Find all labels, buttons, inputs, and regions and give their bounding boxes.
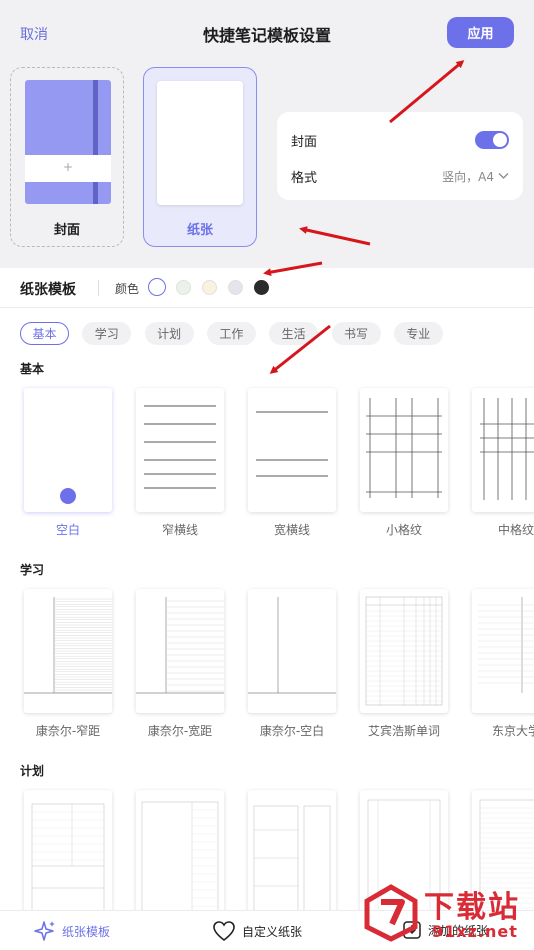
template-preview-graphic [256, 411, 328, 477]
template-preview-graphic [60, 488, 76, 504]
chevron-down-icon [498, 173, 509, 179]
color-label: 颜色 [115, 282, 140, 296]
template-label: 东京大学 [491, 724, 534, 738]
category-tab[interactable]: 专业 [393, 322, 443, 345]
template-thumbnail[interactable] [24, 388, 112, 512]
category-tab[interactable]: 工作 [206, 322, 256, 345]
template-sheet: 纸张模板 颜色 基本 学习 计划 工作 生活 书写 专业 基本 学习 计划 空白 窄横线 宽横线… [0, 268, 534, 950]
color-swatch[interactable] [228, 280, 243, 295]
paper-preview-card[interactable]: 纸张 [143, 67, 257, 247]
paper-sheet-image [157, 81, 243, 205]
color-swatch[interactable] [254, 280, 269, 295]
cover-preview-card[interactable]: + 封面 [10, 67, 124, 247]
template-thumbnail[interactable] [248, 388, 336, 512]
template-thumbnail[interactable] [136, 388, 224, 512]
tab-paper-templates-label: 纸张模板 [62, 924, 111, 939]
template-thumbnail[interactable] [24, 589, 112, 713]
settings-panel: 封面 格式 竖向，A4 [277, 112, 523, 200]
template-preview-graphic [366, 398, 442, 498]
category-tab[interactable]: 书写 [331, 322, 381, 345]
color-swatch[interactable] [148, 278, 166, 296]
template-label: 窄横线 [161, 523, 198, 537]
template-label: 中格纹 [497, 523, 534, 537]
template-thumbnail[interactable] [248, 589, 336, 713]
watermark-main-text: 下载站 [424, 890, 520, 925]
template-thumbnail[interactable] [360, 589, 448, 713]
toolbar-divider [98, 280, 99, 296]
site-logo-icon [364, 884, 418, 942]
format-setting-label: 格式 [291, 170, 318, 186]
watermark-sub-text: 91xz.net [432, 922, 518, 941]
watermark: 下载站 91xz.net [362, 878, 534, 950]
category-tabs: 基本 学习 计划 工作 生活 书写 专业 [0, 322, 534, 346]
template-preview-graphic [144, 405, 216, 489]
section-title-study: 学习 [20, 563, 45, 577]
template-label: 空白 [55, 523, 80, 537]
template-label: 康奈尔-空白 [259, 724, 325, 738]
heart-icon [213, 921, 235, 942]
cover-toggle[interactable] [475, 131, 509, 149]
template-thumbnail[interactable] [136, 790, 224, 914]
cover-setting-row: 封面 [291, 128, 509, 152]
header: 取消 快捷笔记模板设置 应用 [0, 0, 534, 66]
paper-card-label: 纸张 [186, 223, 213, 238]
template-thumbnail[interactable] [472, 589, 534, 713]
tab-custom-paper-label: 自定义纸张 [242, 924, 303, 939]
tab-custom-paper[interactable]: 自定义纸张 [212, 920, 302, 942]
template-preview-graphic [31, 803, 105, 913]
template-label: 小格纹 [385, 523, 422, 537]
tab-paper-templates[interactable]: 纸张模板 [34, 920, 110, 942]
section-title-basic: 基本 [20, 362, 45, 376]
template-preview-graphic [480, 398, 534, 500]
template-preview-graphic [24, 597, 112, 694]
top-panel: 取消 快捷笔记模板设置 应用 + 封面 纸张 封面 格式 竖向，A4 [0, 0, 534, 268]
template-thumbnail[interactable] [248, 790, 336, 914]
template-label: 艾宾浩斯单词 [367, 724, 440, 738]
book-spine [93, 80, 98, 204]
cover-book-image: + [25, 80, 111, 204]
template-preview-graphic [253, 805, 331, 914]
template-toolbar: 纸张模板 颜色 [0, 268, 534, 308]
template-thumbnail[interactable] [136, 589, 224, 713]
cover-card-label: 封面 [53, 223, 80, 238]
color-swatch[interactable] [202, 280, 217, 295]
category-tab[interactable]: 生活 [269, 322, 319, 345]
template-preview-graphic [478, 597, 534, 693]
template-label: 康奈尔-窄距 [35, 724, 101, 738]
add-icon: + [62, 160, 74, 174]
category-tab[interactable]: 基本 [20, 322, 69, 345]
format-value: 竖向，A4 [442, 169, 494, 184]
sparkle-icon [34, 921, 55, 941]
section-title-plan: 计划 [20, 764, 45, 778]
template-label: 康奈尔-宽距 [147, 724, 213, 738]
template-preview-graphic [141, 801, 219, 914]
category-tab[interactable]: 学习 [82, 322, 132, 345]
template-thumbnail[interactable] [472, 388, 534, 512]
template-thumbnail[interactable] [24, 790, 112, 914]
format-selector[interactable]: 竖向，A4 [442, 168, 509, 185]
template-preview-graphic [136, 597, 224, 694]
format-setting-row[interactable]: 格式 竖向，A4 [291, 164, 509, 188]
template-title: 纸张模板 [20, 282, 76, 298]
template-thumbnail[interactable] [360, 388, 448, 512]
template-label: 宽横线 [273, 523, 310, 537]
color-swatch[interactable] [176, 280, 191, 295]
category-tab[interactable]: 计划 [144, 322, 194, 345]
cover-setting-label: 封面 [291, 134, 318, 150]
template-preview-graphic [365, 596, 443, 706]
template-preview-graphic [248, 597, 336, 694]
apply-button[interactable]: 应用 [447, 17, 514, 48]
